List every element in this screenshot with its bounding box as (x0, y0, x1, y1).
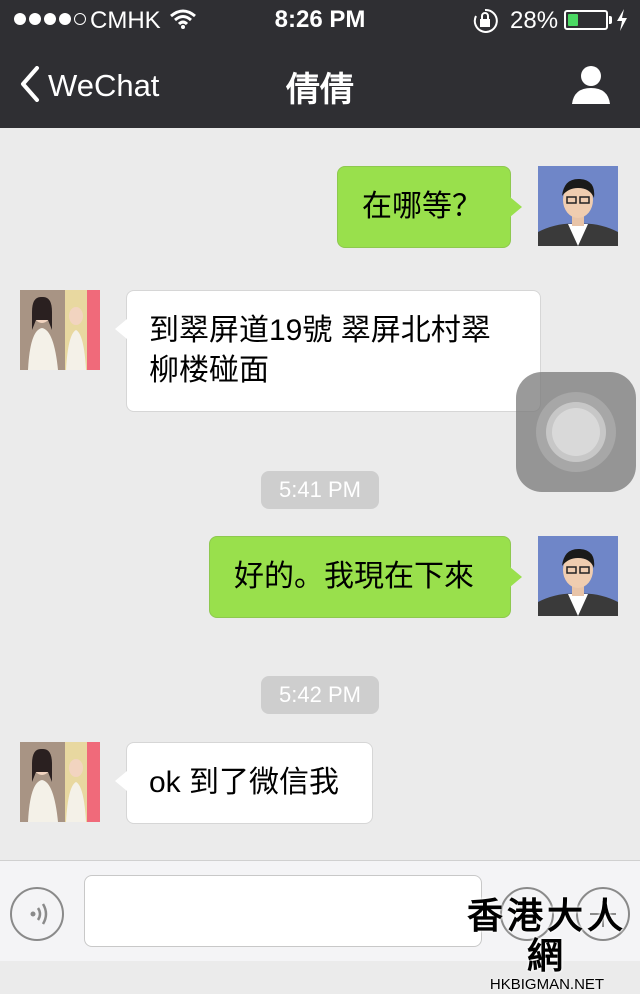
rotation-lock-icon (472, 8, 498, 39)
battery-percent: 28% (510, 7, 559, 34)
message-bubble-outgoing[interactable]: 在哪等？ (337, 166, 522, 248)
battery-icon (564, 10, 608, 30)
my-avatar[interactable] (538, 166, 618, 246)
bubble-tail (115, 319, 127, 339)
my-avatar[interactable] (538, 536, 618, 616)
watermark-title: 香港大人網 (466, 895, 627, 976)
chat-title: 倩倩 (286, 71, 354, 109)
back-chevron-icon (20, 65, 40, 107)
message-text: 好的。我現在下來 (234, 560, 474, 593)
contact-avatar[interactable] (20, 290, 100, 370)
message-input[interactable] (84, 875, 482, 947)
bubble-tail (510, 567, 522, 587)
message-bubble-incoming[interactable]: ok 到了微信我 (115, 742, 373, 824)
status-bar: CMHK 8:26 PM 28% (0, 0, 640, 40)
watermark-site: HKBIGMAN.NET (489, 976, 605, 993)
watermark: 香港大人網 HKBIGMAN.NET (460, 896, 634, 994)
timestamp: 5:42 PM (261, 676, 379, 714)
message-text: 在哪等？ (362, 190, 482, 223)
back-button[interactable]: WeChat (20, 65, 160, 107)
message-bubble-outgoing[interactable]: 好的。我現在下來 (209, 536, 522, 618)
bubble-tail (115, 771, 127, 791)
message-text-line: 柳楼碰面 (149, 354, 269, 387)
timestamp: 5:41 PM (261, 471, 379, 509)
profile-icon[interactable] (570, 64, 612, 104)
battery-cap (609, 16, 612, 24)
charging-bolt-icon (616, 9, 628, 36)
message-text: ok 到了微信我 (149, 766, 340, 799)
voice-icon[interactable] (10, 887, 64, 941)
message-bubble-incoming[interactable]: 到翠屏道19號 翠屏北村翠 柳楼碰面 (115, 290, 541, 412)
message-text-line: 到翠屏道19號 翠屏北村翠 (149, 314, 491, 347)
assistive-touch-button[interactable] (516, 372, 636, 492)
bubble-tail (510, 197, 522, 217)
battery-fill (568, 14, 578, 26)
top-bar: CMHK 8:26 PM 28% WeChat 倩倩 (0, 0, 640, 128)
back-label: WeChat (48, 68, 160, 103)
contact-avatar[interactable] (20, 742, 100, 822)
